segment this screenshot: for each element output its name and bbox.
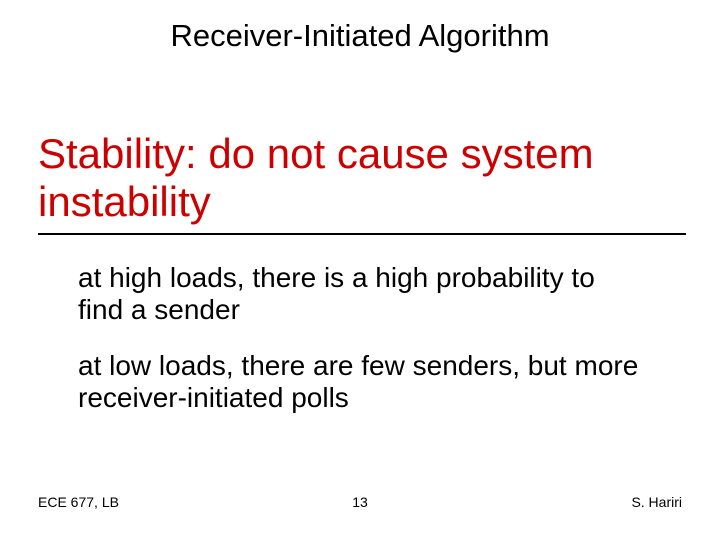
- slide: Receiver-Initiated Algorithm Stability: …: [0, 0, 720, 540]
- slide-heading: Stability: do not cause system instabili…: [38, 130, 686, 235]
- bullet-item: at high loads, there is a high probabili…: [78, 262, 630, 326]
- footer-page-number: 13: [0, 494, 720, 510]
- slide-title: Receiver-Initiated Algorithm: [0, 18, 720, 54]
- bullet-item: at low loads, there are few senders, but…: [78, 350, 660, 414]
- footer-author: S. Hariri: [631, 494, 682, 510]
